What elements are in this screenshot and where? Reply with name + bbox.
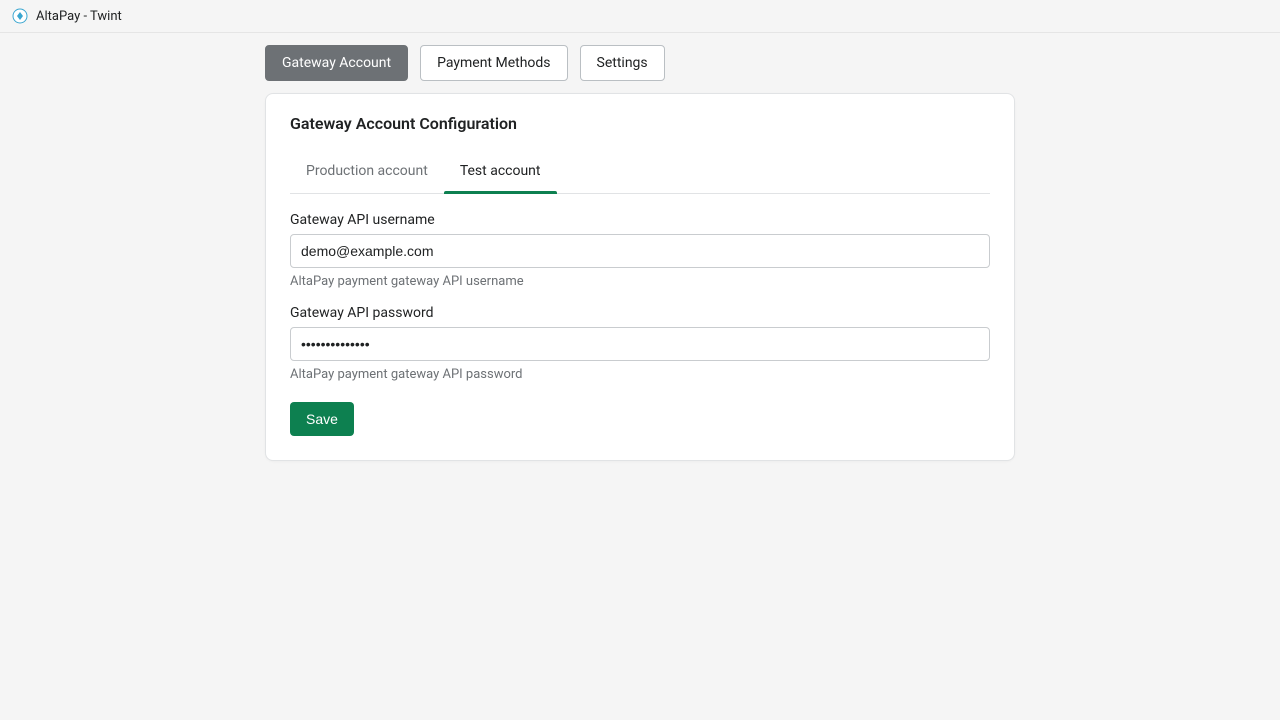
- password-group: Gateway API password AltaPay payment gat…: [290, 305, 990, 382]
- password-input[interactable]: [290, 327, 990, 361]
- subtab-production[interactable]: Production account: [290, 151, 444, 193]
- subtabs: Production account Test account: [290, 151, 990, 194]
- username-group: Gateway API username AltaPay payment gat…: [290, 212, 990, 289]
- config-card: Gateway Account Configuration Production…: [265, 93, 1015, 461]
- topbar: AltaPay - Twint: [0, 0, 1280, 33]
- password-help: AltaPay payment gateway API password: [290, 367, 990, 382]
- subtab-test[interactable]: Test account: [444, 151, 557, 193]
- tab-settings[interactable]: Settings: [580, 45, 665, 81]
- username-help: AltaPay payment gateway API username: [290, 274, 990, 289]
- app-logo-icon: [12, 8, 28, 24]
- card-title: Gateway Account Configuration: [290, 114, 990, 133]
- password-label: Gateway API password: [290, 305, 990, 321]
- save-button[interactable]: Save: [290, 402, 354, 436]
- app-title: AltaPay - Twint: [36, 9, 122, 24]
- username-input[interactable]: [290, 234, 990, 268]
- nav-tabs: Gateway Account Payment Methods Settings: [265, 45, 1015, 81]
- tab-gateway-account[interactable]: Gateway Account: [265, 45, 408, 81]
- username-label: Gateway API username: [290, 212, 990, 228]
- main-container: Gateway Account Payment Methods Settings…: [265, 33, 1015, 485]
- tab-payment-methods[interactable]: Payment Methods: [420, 45, 567, 81]
